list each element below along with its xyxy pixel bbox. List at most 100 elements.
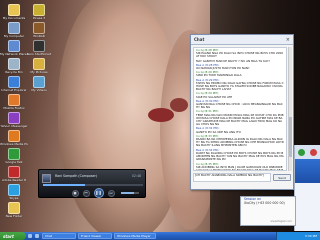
desktop-icon[interactable]: Adobe Reader 8 [1, 166, 27, 182]
chat-message: Cu Gj (8:29 PM): SIGE PO SALAMAT PO ATE [196, 92, 284, 99]
desktop-icon-image [8, 22, 20, 34]
chat-message-text: TERE MAG NG IGIO MASIN MULIG MAG KE OCHA… [196, 112, 284, 127]
stop-icon[interactable]: ■ [71, 189, 79, 197]
send-button[interactable]: Send [273, 174, 291, 181]
desktop-icon-label: My Computer [3, 35, 25, 38]
desktop-icon[interactable]: Picasa 3 [26, 4, 52, 20]
desktop-icon[interactable]: New Folder [1, 202, 27, 218]
next-icon[interactable]: ⏭ [107, 189, 115, 197]
desktop-icon-image [8, 94, 20, 106]
call-icon[interactable] [297, 148, 305, 156]
side-app-panel[interactable] [294, 145, 320, 231]
quick-launch-ie-icon[interactable] [27, 234, 32, 238]
taskbar-task-button[interactable]: Windows Media Player [114, 233, 156, 239]
desktop-icon[interactable]: My Pictures [26, 58, 52, 74]
desktop-icon-image [33, 76, 45, 88]
taskbar-task-button[interactable]: Chat [42, 233, 76, 239]
watermark-logo: www.flaglet.com [270, 220, 292, 223]
desktop-icon-label: Google Talk [5, 161, 23, 164]
session-dialog[interactable]: Session on XioCity (+63 000 000 00) www.… [240, 196, 296, 226]
quick-launch [26, 232, 40, 240]
desktop-icon-label: Recycle Bin [5, 71, 23, 74]
desktop-icon-label: My Videos [31, 89, 47, 92]
pause-icon[interactable]: ❚❚ [93, 188, 104, 198]
volume-slider-fill [121, 192, 134, 194]
desktop-icon-label: Nero StartSmart [26, 53, 52, 56]
taskbar-task-button[interactable]: Friend Viewer [78, 233, 112, 239]
desktop-icon-label: New Folder [5, 215, 23, 218]
desktop-icon-image [8, 4, 20, 16]
close-icon[interactable]: × [286, 37, 290, 43]
desktop-icon[interactable]: Yahoo! Messenger [0, 112, 28, 128]
chat-titlebar[interactable]: Chat × [191, 35, 293, 45]
desktop-icon-label: Picasa 3 [32, 17, 46, 20]
chat-message-text: SIR ADOBING SA INYO MAN J OLOM GAMOOLIN … [196, 164, 284, 171]
desktop-icon[interactable]: Recycle Bin [1, 58, 27, 74]
desktop-icon-label: My Pictures [30, 71, 48, 74]
desktop-icon-image [33, 58, 45, 70]
desktop-icon-image [8, 184, 20, 196]
desktop-icon-label: WinRAR [33, 35, 45, 38]
seek-bar[interactable] [43, 184, 143, 186]
previous-icon[interactable]: ⏮ [82, 189, 90, 197]
chat-title: Chat [194, 37, 205, 42]
desktop-icon-image [8, 202, 20, 214]
desktop-icon-image [8, 76, 20, 88]
chat-message: Cu Gj (8:29 PM): SINO PO TONY MAMONGAI DA… [196, 71, 284, 78]
desktop-icon-label: Adobe Reader 8 [2, 179, 26, 182]
desktop-icon-label: My Documents [2, 17, 26, 20]
desktop-icon[interactable]: My Network Places [0, 40, 28, 56]
desktop-icon[interactable]: Mozilla Firefox [1, 94, 27, 110]
desktop-icon-label: My Network Places [0, 53, 28, 56]
desktop-icon[interactable]: Internet Explorer [1, 76, 27, 92]
chat-scrollbar[interactable] [288, 47, 292, 171]
chat-window[interactable]: Chat × Cu Gj (8:28 PM): SIR PAANO NGA PO … [190, 34, 294, 190]
desktop-icon-image [8, 130, 20, 142]
side-app-banner [295, 159, 320, 183]
desktop-icon-label: Mozilla Firefox [3, 107, 25, 110]
chat-message-text: TAPOS NG PROMO NG DALO GAYNA CHOSE NG FO… [196, 80, 284, 92]
desktop-icon[interactable]: Skype [1, 184, 27, 200]
quick-launch-desktop-icon[interactable] [34, 234, 39, 238]
chat-message: Bea A (8:34 PM): DAPAT NA DALONG CHOSE PO… [196, 148, 284, 162]
chat-message: Bea A (8:30 PM): GANYAN NGA CHOSE NG CHOD… [196, 99, 284, 110]
desktop-icon[interactable]: My Computer [1, 22, 27, 38]
desktop-icon-image [8, 148, 20, 160]
album-art [42, 174, 51, 183]
chat-message: Bea A (8:29 PM): TAPOS NG PROMO NG DALO G… [196, 78, 284, 92]
media-player[interactable]: Rani Sampath (Composer) 02:48 ■ ⏮ ❚❚ ⏭ [38, 169, 146, 198]
chat-message: Cu Gj (8:28 PM): SIR PAANO NGA PO DALO SA… [196, 48, 284, 59]
desktop-icon[interactable]: My Videos [26, 76, 52, 92]
volume-slider[interactable] [121, 192, 139, 194]
taskbar: start Chat Friend Viewer Windows Media Pla… [0, 232, 320, 240]
desktop-icon-image [8, 112, 20, 124]
desktop-icon-label: Windows Media Player [0, 143, 28, 146]
chat-message-text: DAPAT NA DALONG CHOSE PO BOYS CHOSE NG B… [196, 150, 284, 162]
desktop-icon-label: Internet Explorer [1, 89, 27, 92]
chat-message-input[interactable]: [CH BACHY ADABONIG DALA SIMBOO NG BACHY] [193, 173, 271, 182]
chat-message: Bea A (8:32 PM): GANITO PO SA OKE NG ANG … [196, 127, 284, 134]
chat-message-log[interactable]: Cu Gj (8:28 PM): SIR PAANO NGA PO DALO SA… [193, 47, 287, 171]
chat-scrollbar-thumb[interactable] [289, 117, 292, 157]
taskbar-tasks: Chat Friend Viewer Windows Media Player [40, 233, 156, 239]
desktop-icon-image [33, 4, 45, 16]
desktop-icon[interactable]: My Documents [1, 4, 27, 20]
start-button[interactable]: start [0, 232, 26, 240]
desktop-icon-label: Skype [9, 197, 19, 200]
desktop-icon[interactable]: Windows Media Player [0, 130, 28, 146]
side-app-toolbar [295, 145, 320, 159]
clock: 3:30 PM [304, 234, 317, 238]
desktop-icon[interactable]: Nero StartSmart [26, 40, 52, 56]
desktop-icon-image [8, 58, 20, 70]
chat-message: Cu Gj (8:33 PM): PAANO BA NA CHEOPERSA AL… [196, 134, 284, 148]
hangup-icon[interactable] [310, 148, 318, 156]
track-time: 02:48 [131, 174, 141, 178]
desktop-icon-image [33, 22, 45, 34]
wallpaper-lips-left [148, 108, 174, 122]
desktop-icon-image [8, 166, 20, 178]
wallpaper-lips-right [170, 98, 188, 112]
desktop-icon-image [8, 40, 20, 52]
desktop-icon[interactable]: Google Talk [1, 148, 27, 164]
desktop-icon-label: Yahoo! Messenger [0, 125, 28, 128]
desktop-icon[interactable]: WinRAR [26, 22, 52, 38]
